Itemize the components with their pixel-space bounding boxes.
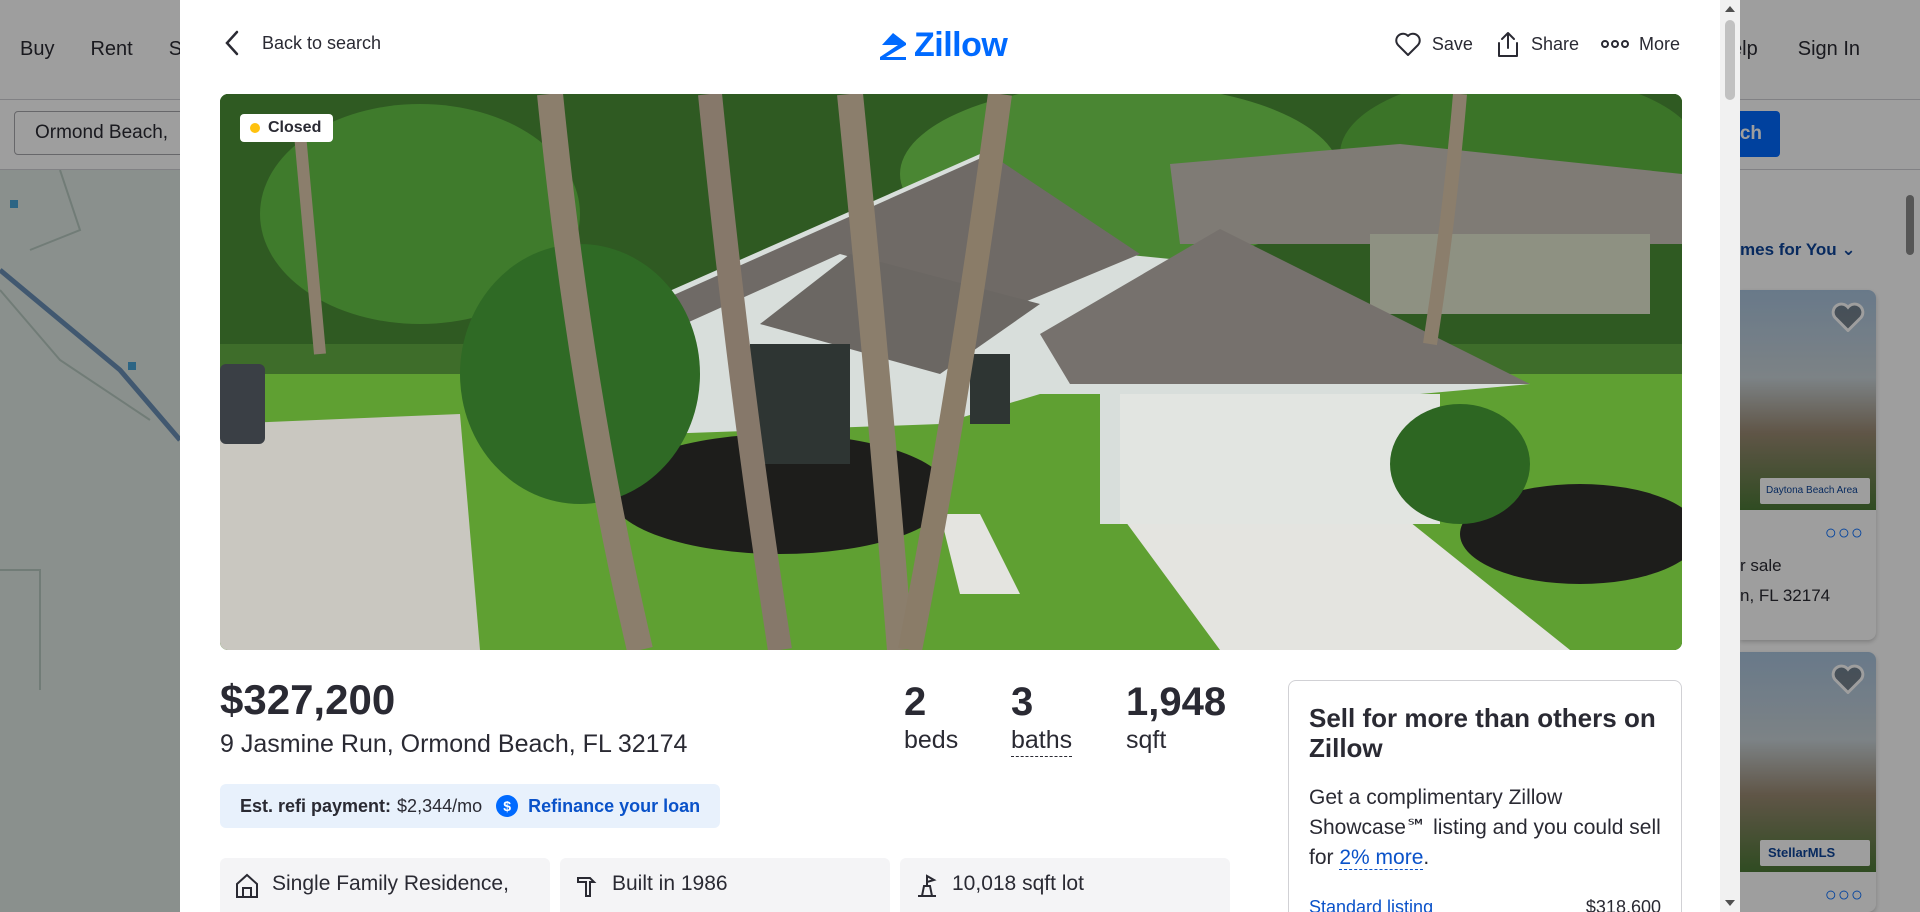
- lot-icon: [918, 874, 937, 897]
- heart-icon: [1395, 32, 1421, 56]
- beds-value: 2: [904, 680, 927, 724]
- hammer-icon: [577, 877, 597, 897]
- more-label: More: [1638, 33, 1680, 54]
- fact-year-built-text: Built in 1986: [612, 872, 728, 895]
- house-icon: [236, 873, 258, 898]
- sqft-label: sqft: [1126, 726, 1167, 754]
- fact-year-built: Built in 1986: [560, 858, 890, 912]
- more-icon: [1600, 40, 1629, 48]
- beds-stat: 2 beds: [904, 680, 958, 756]
- fact-home-type: Single Family Residence,: [220, 858, 550, 912]
- save-label: Save: [1431, 33, 1473, 54]
- house-photo-illustration: [220, 94, 1682, 650]
- sqft-value: 1,948: [1126, 680, 1227, 724]
- back-to-search-button[interactable]: Back to search: [224, 30, 381, 56]
- sell-promo-body: Get a complimentary Zillow Showcase℠ lis…: [1309, 783, 1661, 873]
- property-detail-modal: Back to search Zillow Save Share More Cl…: [180, 0, 1740, 912]
- listing-actions: Save Share More: [1394, 30, 1680, 58]
- status-label: Closed: [268, 119, 322, 136]
- standard-listing-value: $318,600: [1585, 897, 1661, 912]
- sell-promo-period: .: [1423, 846, 1430, 869]
- zillow-logo[interactable]: Zillow: [878, 26, 1008, 65]
- chevron-left-icon: [225, 30, 239, 56]
- refi-banner: Est. refi payment: $2,344/mo $ Refinance…: [220, 784, 721, 828]
- save-button[interactable]: Save: [1394, 30, 1473, 58]
- zillow-logo-icon: [880, 32, 906, 60]
- baths-stat[interactable]: 3 baths: [1011, 680, 1073, 757]
- modal-scrollbar[interactable]: [1720, 0, 1740, 912]
- beds-label: beds: [904, 726, 959, 754]
- scrollbar-thumb[interactable]: [1725, 20, 1735, 100]
- standard-listing-row: Standard listing $318,600: [1309, 897, 1661, 912]
- refinance-link[interactable]: Refinance your loan: [528, 796, 700, 817]
- back-label: Back to search: [262, 32, 382, 53]
- dollar-icon: $: [496, 795, 519, 817]
- standard-listing-link[interactable]: Standard listing: [1309, 897, 1433, 912]
- refi-value: $2,344/mo: [397, 795, 483, 816]
- sqft-stat: 1,948 sqft: [1126, 680, 1226, 756]
- refi-label: Est. refi payment:: [240, 795, 392, 816]
- fact-lot-size-text: 10,018 sqft lot: [952, 872, 1084, 895]
- fact-lot-size: 10,018 sqft lot: [900, 858, 1230, 912]
- listing-address: 9 Jasmine Run, Ormond Beach, FL 32174: [220, 730, 688, 758]
- share-label: Share: [1530, 33, 1579, 54]
- status-dot: [250, 123, 260, 133]
- modal-topbar: Back to search Zillow Save Share More: [180, 0, 1720, 94]
- more-button[interactable]: More: [1600, 30, 1680, 58]
- share-icon: [1497, 32, 1518, 57]
- fact-home-type-text: Single Family Residence,: [272, 872, 509, 895]
- status-badge: Closed: [240, 114, 334, 142]
- sell-promo-title: Sell for more than others on Zillow: [1309, 703, 1656, 763]
- sell-promo-card: Sell for more than others on Zillow Get …: [1288, 680, 1682, 912]
- listing-price: $327,200: [220, 676, 396, 723]
- baths-value: 3: [1011, 680, 1034, 724]
- baths-label[interactable]: baths: [1011, 724, 1073, 757]
- scroll-up-arrow-icon[interactable]: [1725, 6, 1735, 12]
- two-percent-link[interactable]: 2% more: [1339, 846, 1424, 870]
- property-photo[interactable]: Closed: [220, 94, 1682, 650]
- zillow-logo-text: Zillow: [914, 26, 1008, 64]
- share-button[interactable]: Share: [1495, 30, 1579, 58]
- scroll-down-arrow-icon[interactable]: [1725, 900, 1735, 906]
